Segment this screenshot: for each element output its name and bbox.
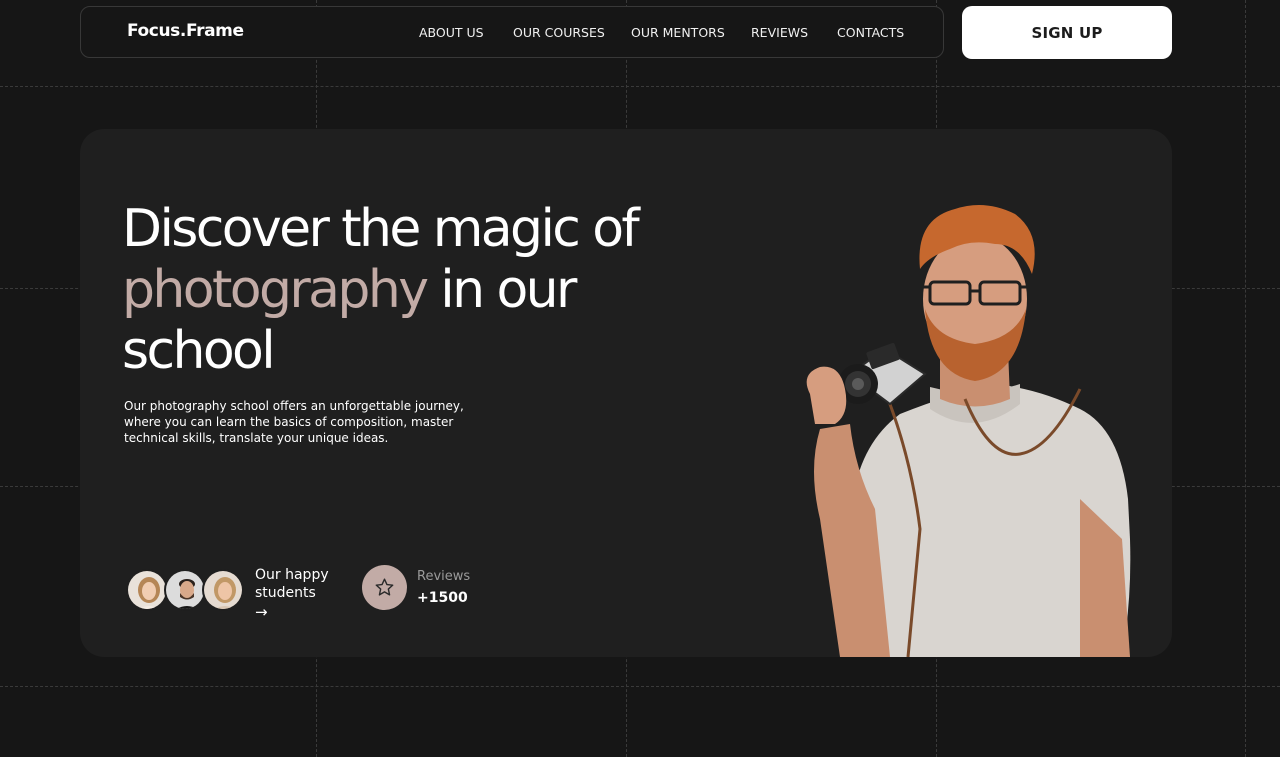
star-icon — [375, 578, 394, 596]
hero-title-line2: in our — [426, 260, 577, 320]
student-avatars — [126, 569, 246, 611]
hero-description: Our photography school offers an unforge… — [124, 399, 464, 445]
reviews-count: +1500 — [417, 590, 468, 606]
happy-students-label: Our happy students — [255, 567, 329, 601]
nav-about-us[interactable]: ABOUT US — [419, 25, 484, 40]
nav-our-courses[interactable]: OUR COURSES — [513, 25, 605, 40]
reviews-label: Reviews — [417, 569, 471, 584]
arrow-right-icon[interactable]: → — [255, 603, 268, 621]
nav-reviews[interactable]: REVIEWS — [751, 25, 808, 40]
hero-title: Discover the magic of photography in our… — [122, 199, 682, 382]
grid-line — [1245, 0, 1246, 757]
hero-title-line3: school — [122, 321, 276, 381]
logo[interactable]: Focus.Frame — [127, 21, 244, 41]
avatar — [164, 569, 206, 611]
hero-card: Discover the magic of photography in our… — [80, 129, 1172, 657]
sign-up-button[interactable]: SIGN UP — [962, 6, 1172, 59]
hero-title-accent: photography — [122, 260, 429, 320]
nav-our-mentors[interactable]: OUR MENTORS — [631, 25, 725, 40]
navbar: Focus.Frame ABOUT US OUR COURSES OUR MEN… — [80, 6, 944, 58]
grid-line — [0, 686, 1280, 687]
avatar — [202, 569, 244, 611]
hero-title-line1: Discover the magic of — [122, 199, 640, 259]
reviews-badge — [362, 565, 407, 610]
hero-photographer-image — [806, 205, 1131, 657]
nav-contacts[interactable]: CONTACTS — [837, 25, 904, 40]
grid-line — [0, 86, 1280, 87]
avatar — [126, 569, 168, 611]
